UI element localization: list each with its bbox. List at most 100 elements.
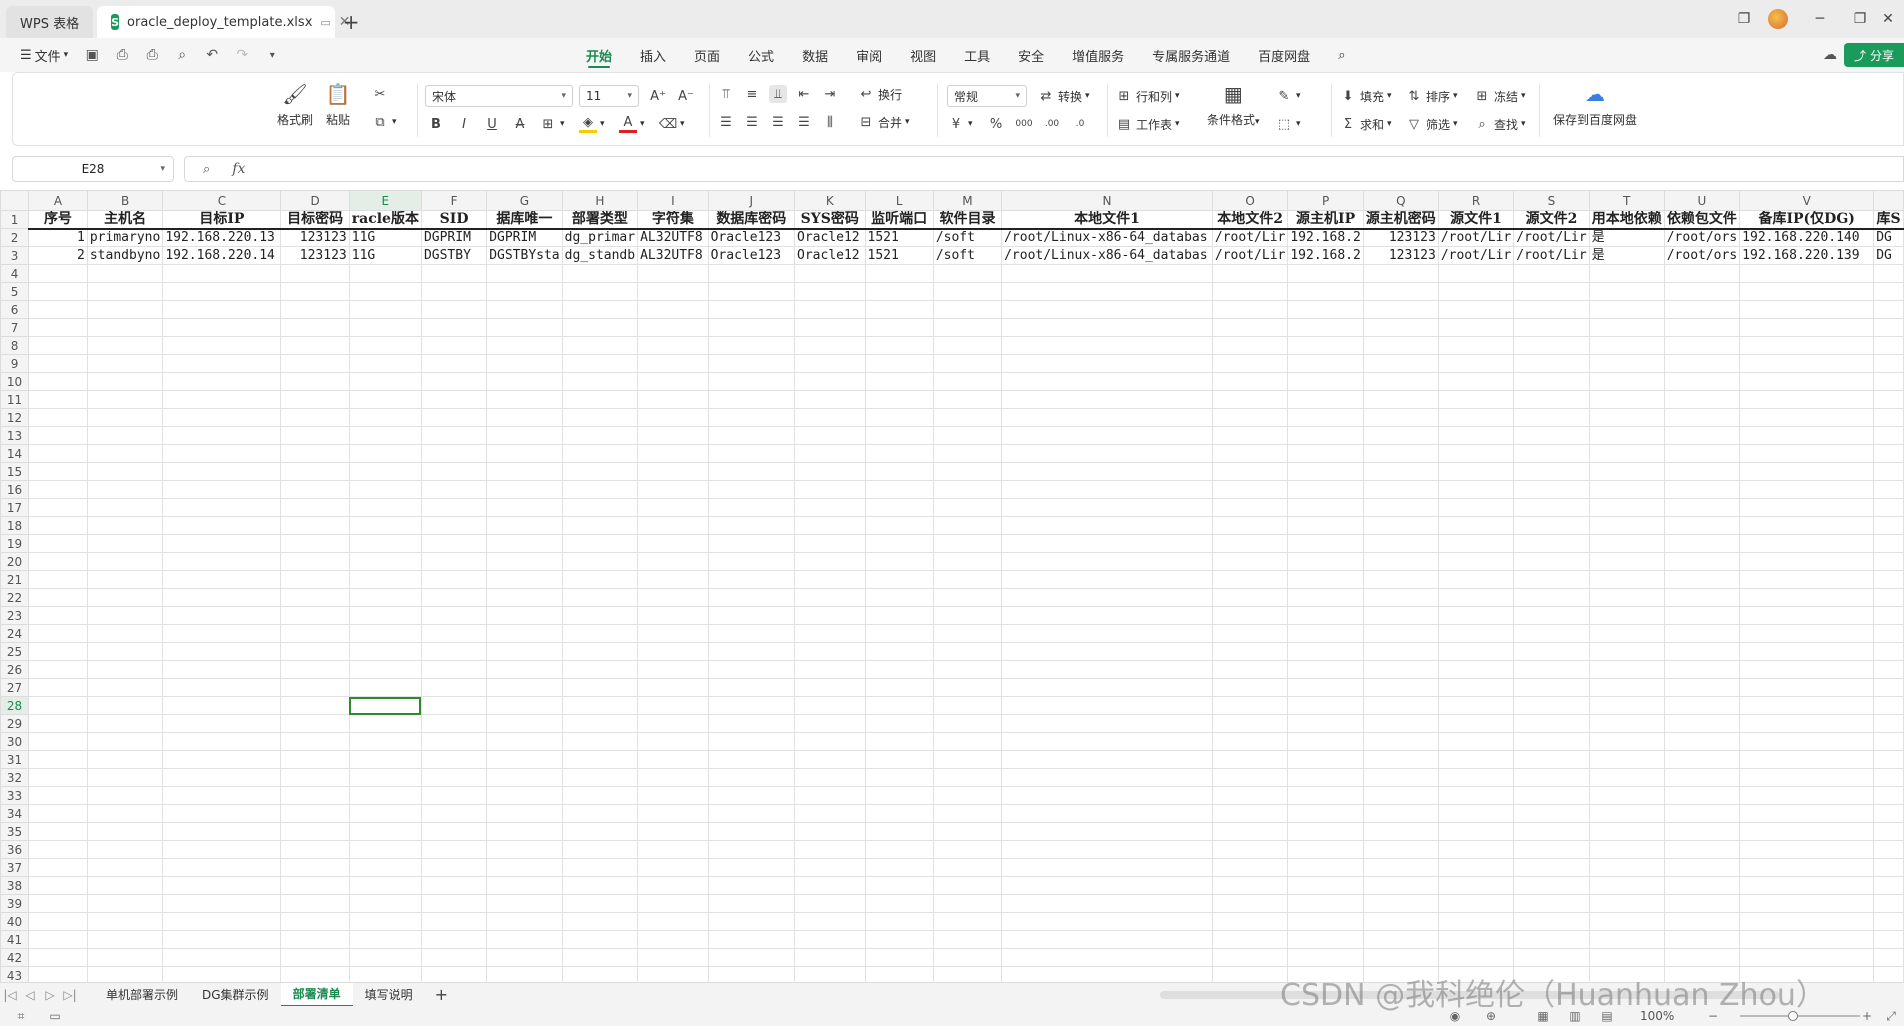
cell[interactable] — [561, 390, 639, 409]
cell[interactable] — [637, 282, 709, 301]
cell[interactable] — [28, 354, 88, 373]
cell[interactable] — [707, 768, 796, 787]
cell[interactable] — [794, 948, 866, 967]
cell[interactable] — [1513, 588, 1590, 607]
cell[interactable] — [1362, 606, 1439, 625]
cell[interactable] — [280, 570, 350, 589]
cell[interactable] — [1739, 840, 1875, 859]
cell[interactable] — [486, 570, 563, 589]
cell[interactable] — [1739, 822, 1875, 841]
cell[interactable]: 库S — [1873, 210, 1904, 230]
cell[interactable] — [162, 930, 282, 949]
cell[interactable] — [1362, 498, 1439, 517]
cell[interactable] — [1873, 966, 1904, 982]
cell[interactable] — [348, 498, 422, 517]
cell[interactable] — [420, 894, 488, 913]
cell[interactable] — [864, 570, 934, 589]
minimize-icon[interactable]: ─ — [1800, 0, 1840, 38]
first-sheet-icon[interactable]: |◁ — [0, 988, 20, 1002]
sheet-tab-instructions[interactable]: 填写说明 — [353, 983, 425, 1007]
cell[interactable] — [86, 912, 164, 931]
cell[interactable] — [348, 282, 422, 301]
cell[interactable] — [864, 264, 934, 283]
cell[interactable] — [1001, 894, 1213, 913]
cell[interactable] — [637, 408, 709, 427]
cell[interactable] — [1437, 768, 1515, 787]
cell[interactable] — [1287, 588, 1364, 607]
cell[interactable] — [561, 642, 639, 661]
cell[interactable] — [1287, 750, 1364, 769]
cell[interactable] — [1211, 732, 1289, 751]
cell[interactable] — [707, 516, 796, 535]
cell[interactable] — [1001, 390, 1213, 409]
cell[interactable] — [1211, 750, 1289, 769]
cell[interactable] — [486, 930, 563, 949]
cell[interactable] — [1211, 948, 1289, 967]
cell[interactable] — [1588, 948, 1665, 967]
cell[interactable] — [1287, 552, 1364, 571]
close-window-icon[interactable]: ✕ — [1872, 0, 1904, 38]
cell[interactable] — [162, 642, 282, 661]
cell[interactable] — [1437, 372, 1515, 391]
cell[interactable] — [1001, 408, 1213, 427]
cell[interactable] — [1001, 624, 1213, 643]
cell[interactable] — [864, 462, 934, 481]
tab-review[interactable]: 审阅 — [842, 38, 896, 72]
cell[interactable] — [1513, 624, 1590, 643]
cell[interactable]: 192.168.220.139 — [1739, 246, 1875, 265]
cell[interactable] — [28, 462, 88, 481]
cell[interactable]: 1521 — [864, 246, 934, 265]
cell[interactable] — [1211, 408, 1289, 427]
undo-icon[interactable]: ↶ — [200, 43, 224, 67]
cell[interactable] — [561, 714, 639, 733]
cell[interactable] — [28, 732, 88, 751]
cell[interactable] — [1513, 948, 1590, 967]
cell[interactable]: 123123 — [1362, 228, 1439, 247]
cell[interactable] — [420, 840, 488, 859]
locate-icon[interactable]: ⊕ — [1480, 1009, 1502, 1023]
row-header[interactable]: 43 — [0, 966, 30, 982]
cell[interactable] — [1362, 588, 1439, 607]
row-header[interactable]: 41 — [0, 930, 30, 949]
cell[interactable] — [864, 714, 934, 733]
cell[interactable] — [1873, 642, 1904, 661]
column-header[interactable]: V — [1739, 190, 1875, 211]
cell[interactable] — [348, 822, 422, 841]
cell[interactable] — [28, 660, 88, 679]
cell[interactable] — [561, 552, 639, 571]
cell[interactable] — [1437, 534, 1515, 553]
cell[interactable] — [1739, 966, 1875, 982]
cell[interactable] — [1362, 408, 1439, 427]
cell[interactable] — [420, 768, 488, 787]
next-sheet-icon[interactable]: ▷ — [40, 988, 60, 1002]
cell[interactable] — [1739, 678, 1875, 697]
cell[interactable] — [1001, 912, 1213, 931]
cell[interactable] — [280, 822, 350, 841]
cell[interactable] — [420, 948, 488, 967]
cell[interactable] — [1588, 390, 1665, 409]
cell[interactable] — [1001, 642, 1213, 661]
cell[interactable]: 字符集 — [637, 210, 709, 230]
cell[interactable]: 源文件2 — [1513, 210, 1590, 230]
cell[interactable] — [637, 318, 709, 337]
cell[interactable] — [1513, 426, 1590, 445]
cell[interactable] — [1513, 444, 1590, 463]
cell[interactable] — [162, 894, 282, 913]
cell[interactable] — [1001, 696, 1213, 715]
cell[interactable] — [280, 444, 350, 463]
cell[interactable] — [1001, 804, 1213, 823]
cell[interactable] — [1513, 570, 1590, 589]
cell[interactable] — [86, 534, 164, 553]
cell[interactable] — [707, 570, 796, 589]
cell[interactable] — [162, 426, 282, 445]
cell[interactable] — [1362, 552, 1439, 571]
cell[interactable]: /root/Lir — [1513, 246, 1590, 265]
cell[interactable] — [707, 660, 796, 679]
cell[interactable] — [932, 642, 1003, 661]
cell[interactable] — [932, 516, 1003, 535]
cell[interactable] — [348, 894, 422, 913]
cell[interactable] — [1437, 786, 1515, 805]
app-tab[interactable]: WPS 表格 — [6, 6, 94, 38]
align-bottom-icon[interactable]: ⫫ — [769, 85, 787, 103]
italic-icon[interactable]: I — [455, 115, 473, 133]
